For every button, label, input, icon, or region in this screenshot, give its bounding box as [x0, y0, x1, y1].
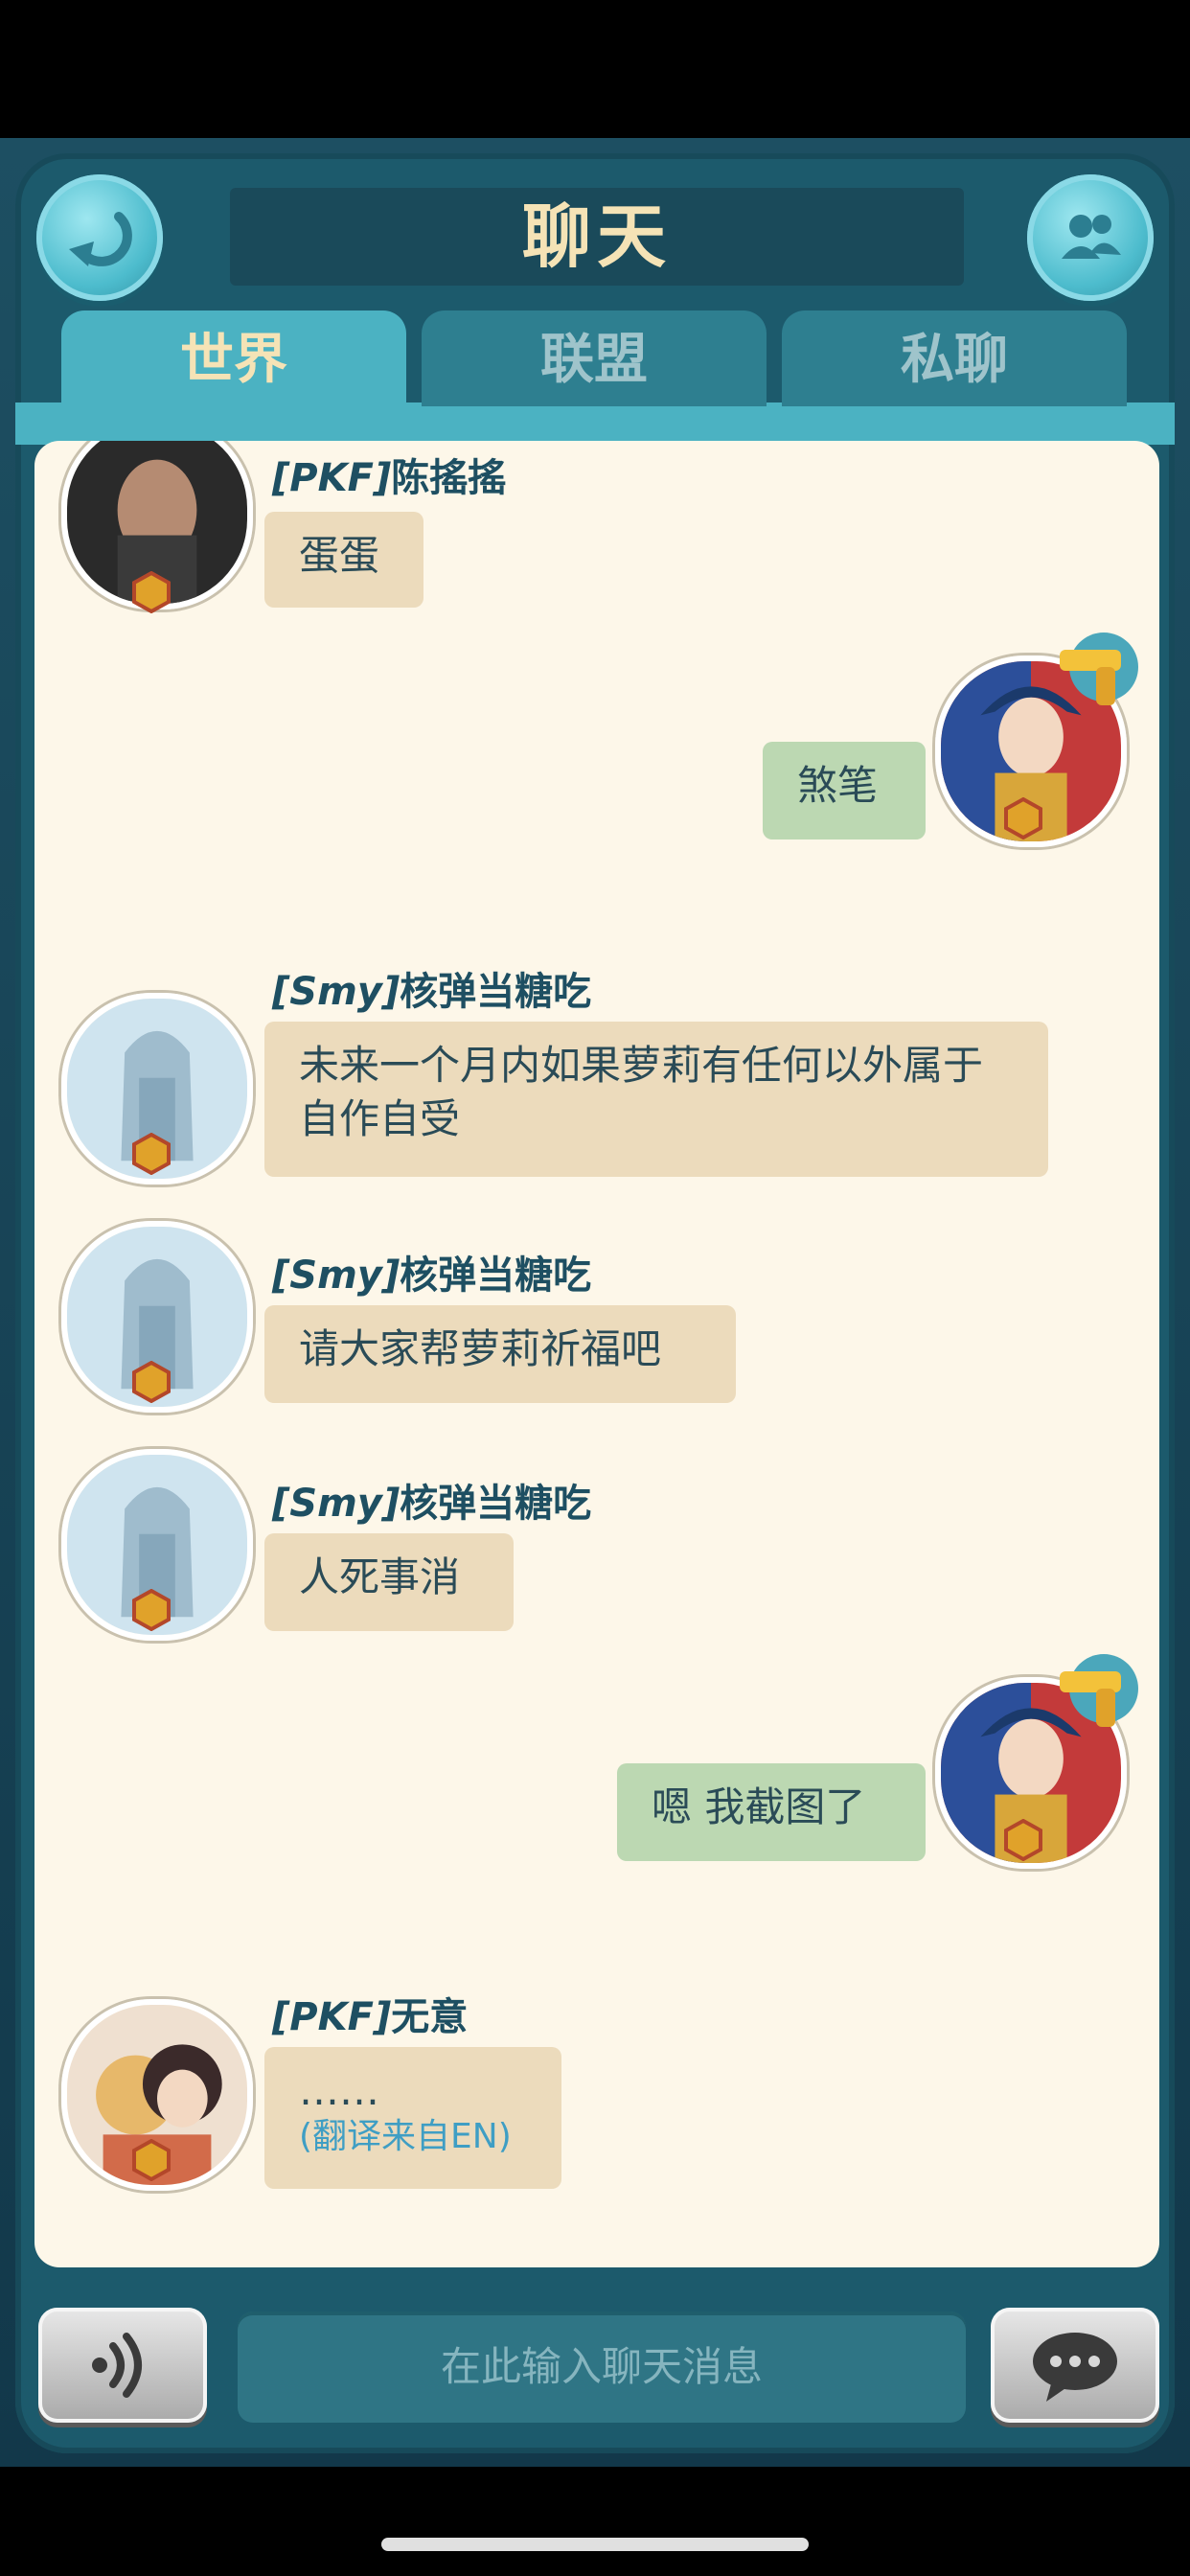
tab-alliance[interactable]: 联盟: [422, 310, 767, 406]
message-bubble: 人死事消: [264, 1533, 514, 1631]
message-bubble: 未来一个月内如果萝莉有任何以外属于自作自受: [264, 1022, 1048, 1177]
rank-badge-icon: [1004, 797, 1042, 840]
message-bubble: 嗯 我截图了: [617, 1763, 926, 1861]
chat-input-placeholder: 在此输入聊天消息: [440, 2343, 763, 2390]
rank-badge-icon: [132, 2139, 171, 2181]
chat-bubble-icon: [1033, 2333, 1117, 2402]
tab-private[interactable]: 私聊: [782, 310, 1127, 406]
page-title: 聊天: [521, 196, 672, 277]
sender-name: [Smy]核弹当糖吃: [272, 1482, 592, 1526]
chat-message-list[interactable]: [PKF]陈搖搖 蛋蛋 煞笔 [Smy]核弹当糖吃 未来一个月内如果萝莉有任何以…: [34, 441, 1159, 2267]
sender-name: [Smy]核弹当糖吃: [272, 1254, 592, 1298]
golden-gun-icon: [1060, 632, 1138, 705]
friends-icon: [1062, 215, 1121, 259]
sender-name: [Smy]核弹当糖吃: [272, 970, 592, 1014]
message-bubble: 请大家帮萝莉祈福吧: [264, 1305, 736, 1403]
rank-badge-icon: [132, 1361, 171, 1403]
friends-button[interactable]: [1027, 174, 1154, 301]
sender-name: [PKF]陈搖搖: [272, 456, 507, 500]
voice-button[interactable]: [38, 2308, 207, 2423]
send-button[interactable]: [991, 2308, 1159, 2423]
voice-icon: [92, 2333, 142, 2398]
message-bubble: …… (翻译来自EN): [264, 2047, 561, 2189]
home-indicator[interactable]: [381, 2538, 809, 2551]
message-text: ……: [299, 2067, 379, 2114]
rank-badge-icon: [1004, 1819, 1042, 1861]
tab-strip: [15, 402, 1175, 445]
back-arrow-icon: [69, 212, 132, 266]
sender-name: [PKF]无意: [272, 1995, 469, 2039]
rank-badge-icon: [132, 1133, 171, 1175]
back-button[interactable]: [36, 174, 163, 301]
rank-badge-icon: [132, 571, 171, 613]
rank-badge-icon: [132, 1589, 171, 1631]
translation-note[interactable]: (翻译来自EN): [299, 2114, 527, 2160]
message-bubble: 蛋蛋: [264, 512, 423, 608]
message-bubble: 煞笔: [763, 742, 926, 840]
chat-input[interactable]: 在此输入聊天消息: [238, 2312, 966, 2423]
tab-world[interactable]: 世界: [61, 310, 406, 406]
golden-gun-icon: [1060, 1654, 1138, 1727]
